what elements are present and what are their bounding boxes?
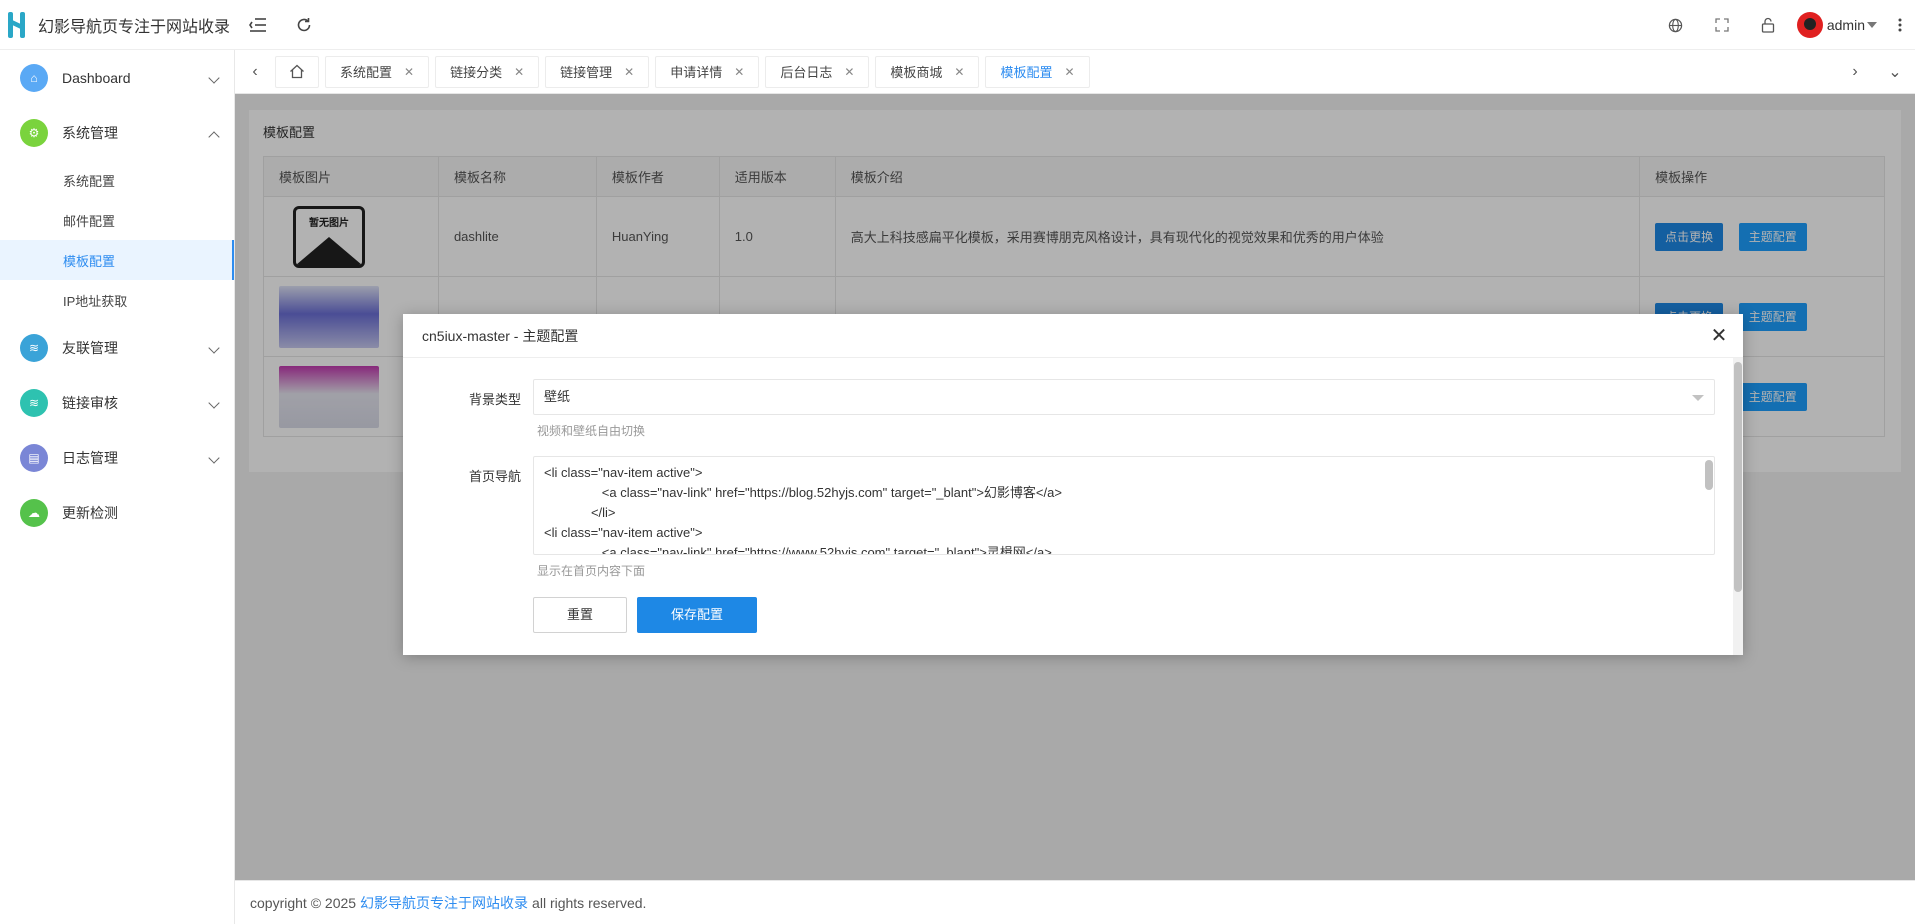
- sidebar-item-logs[interactable]: ▤ 日志管理: [0, 430, 234, 485]
- tab-label: 链接管理: [560, 65, 613, 80]
- tab-home[interactable]: [275, 55, 319, 88]
- close-icon[interactable]: ✕: [734, 65, 744, 79]
- textarea-scrollbar[interactable]: [1705, 458, 1713, 553]
- menu-toggle-icon[interactable]: [235, 0, 281, 50]
- chevron-down-icon: [208, 342, 220, 354]
- document-icon: ▤: [20, 443, 48, 472]
- chevron-left-icon[interactable]: ‹: [235, 50, 275, 94]
- tab-template-store[interactable]: 模板商城 ✕: [875, 55, 980, 88]
- code-line: <li class="nav-item active">: [544, 525, 703, 540]
- dialog-title: cn5iux-master - 主题配置: [422, 327, 579, 344]
- layers-icon: ≋: [20, 388, 48, 417]
- home-icon: [290, 64, 304, 79]
- close-icon[interactable]: ✕: [624, 65, 634, 79]
- tab-link-manage[interactable]: 链接管理 ✕: [545, 55, 650, 88]
- close-icon[interactable]: ✕: [1709, 326, 1729, 346]
- theme-config-dialog: cn5iux-master - 主题配置 ✕ 背景类型 壁纸 视频和壁纸自由切换…: [403, 314, 1743, 655]
- refresh-icon[interactable]: [281, 0, 327, 50]
- close-icon[interactable]: ✕: [404, 65, 414, 79]
- tab-system-config[interactable]: 系统配置 ✕: [325, 55, 430, 88]
- close-icon[interactable]: ✕: [514, 65, 524, 79]
- sidebar-subitem-ip-lookup[interactable]: IP地址获取: [0, 280, 234, 320]
- close-icon[interactable]: ✕: [1064, 65, 1074, 79]
- sidebar-label: 更新检测: [62, 504, 118, 521]
- layers-icon: ≋: [20, 333, 48, 362]
- sidebar: ⌂ Dashboard ⚙ 系统管理 系统配置 邮件配置 模板配置 IP地址获取…: [0, 50, 235, 924]
- chevron-down-icon: [208, 72, 220, 84]
- code-line: <li class="nav-item active">: [544, 465, 703, 480]
- tab-admin-log[interactable]: 后台日志 ✕: [765, 55, 870, 88]
- tab-apply-detail[interactable]: 申请详情 ✕: [655, 55, 760, 88]
- fullscreen-icon[interactable]: [1699, 0, 1745, 50]
- sidebar-label: 友联管理: [62, 339, 118, 356]
- lock-icon[interactable]: [1745, 0, 1791, 50]
- footer-rights: all rights reserved.: [532, 894, 647, 911]
- close-icon[interactable]: ✕: [954, 65, 964, 79]
- sidebar-label: 日志管理: [62, 449, 118, 466]
- nav-hint: 显示在首页内容下面: [537, 564, 646, 578]
- footer-link[interactable]: 幻影导航页专注于网站收录: [360, 893, 528, 913]
- chevron-down-icon[interactable]: ⌄: [1875, 50, 1915, 94]
- tab-label: 申请详情: [670, 65, 723, 80]
- sidebar-label: Dashboard: [62, 69, 131, 86]
- footer: copyright © 2025 幻影导航页专注于网站收录 all rights…: [235, 880, 1915, 924]
- sidebar-item-update[interactable]: ☁ 更新检测: [0, 485, 234, 540]
- chevron-up-icon: [208, 131, 220, 143]
- chevron-down-icon: [208, 452, 220, 464]
- home-icon: ⌂: [20, 63, 48, 92]
- sidebar-item-links[interactable]: ≋ 友联管理: [0, 320, 234, 375]
- code-line: <a class="nav-link" href="https://blog.5…: [544, 485, 1062, 500]
- sidebar-label: 链接审核: [62, 394, 118, 411]
- caret-down-icon: [1867, 22, 1877, 28]
- save-config-button[interactable]: 保存配置: [637, 597, 757, 633]
- avatar: [1796, 12, 1823, 38]
- dialog-scrollbar[interactable]: [1733, 358, 1743, 655]
- gear-icon: ⚙: [20, 118, 48, 147]
- code-line: </li>: [544, 505, 616, 520]
- bg-type-value: 壁纸: [544, 389, 571, 404]
- more-vertical-icon[interactable]: [1885, 0, 1915, 50]
- top-header: 幻影导航页专注于网站收录 admin: [0, 0, 1915, 50]
- bg-type-select[interactable]: 壁纸: [533, 379, 1715, 415]
- sidebar-item-review[interactable]: ≋ 链接审核: [0, 375, 234, 430]
- dialog-header: cn5iux-master - 主题配置 ✕: [403, 314, 1743, 358]
- caret-down-icon: [1692, 395, 1704, 401]
- tab-label: 系统配置: [340, 65, 393, 80]
- tab-link-category[interactable]: 链接分类 ✕: [435, 55, 540, 88]
- cloud-icon: ☁: [20, 498, 48, 527]
- sidebar-label: 系统管理: [62, 124, 118, 141]
- tab-label: 链接分类: [450, 65, 503, 80]
- nav-textarea[interactable]: <li class="nav-item active"> <a class="n…: [533, 456, 1715, 555]
- nav-label: 首页导航: [468, 469, 521, 484]
- close-icon[interactable]: ✕: [844, 65, 854, 79]
- user-name: admin: [1826, 17, 1865, 33]
- logo-icon: [8, 11, 28, 38]
- dialog-body: 背景类型 壁纸 视频和壁纸自由切换 首页导航 <li class="nav-it…: [403, 358, 1743, 655]
- reset-button[interactable]: 重置: [533, 597, 627, 633]
- tab-template-config[interactable]: 模板配置 ✕: [985, 55, 1090, 88]
- globe-icon[interactable]: [1653, 0, 1699, 50]
- chevron-right-icon[interactable]: ›: [1835, 50, 1875, 94]
- user-menu[interactable]: admin: [1791, 12, 1885, 38]
- app-title: 幻影导航页专注于网站收录: [38, 18, 231, 36]
- logo[interactable]: 幻影导航页专注于网站收录: [0, 0, 235, 50]
- code-line: <a class="nav-link" href="https://www.52…: [544, 545, 1052, 555]
- sidebar-subitem-template-config[interactable]: 模板配置: [0, 240, 234, 280]
- sidebar-subitem-system-config[interactable]: 系统配置: [0, 160, 234, 200]
- sidebar-item-system[interactable]: ⚙ 系统管理: [0, 105, 234, 160]
- tab-label: 后台日志: [780, 65, 833, 80]
- footer-copyright: copyright © 2025: [250, 894, 357, 911]
- chevron-down-icon: [208, 397, 220, 409]
- tab-bar: ‹ 系统配置 ✕ 链接分类 ✕ 链接管理 ✕ 申请详情 ✕ 后台日志 ✕ 模板商城 ✕ 模板…: [235, 50, 1915, 94]
- tab-label: 模板商城: [890, 65, 943, 80]
- bg-type-hint: 视频和壁纸自由切换: [537, 424, 646, 438]
- sidebar-item-dashboard[interactable]: ⌂ Dashboard: [0, 50, 234, 105]
- sidebar-subitem-mail-config[interactable]: 邮件配置: [0, 200, 234, 240]
- tab-label: 模板配置: [1000, 65, 1053, 80]
- bg-type-label: 背景类型: [468, 392, 521, 407]
